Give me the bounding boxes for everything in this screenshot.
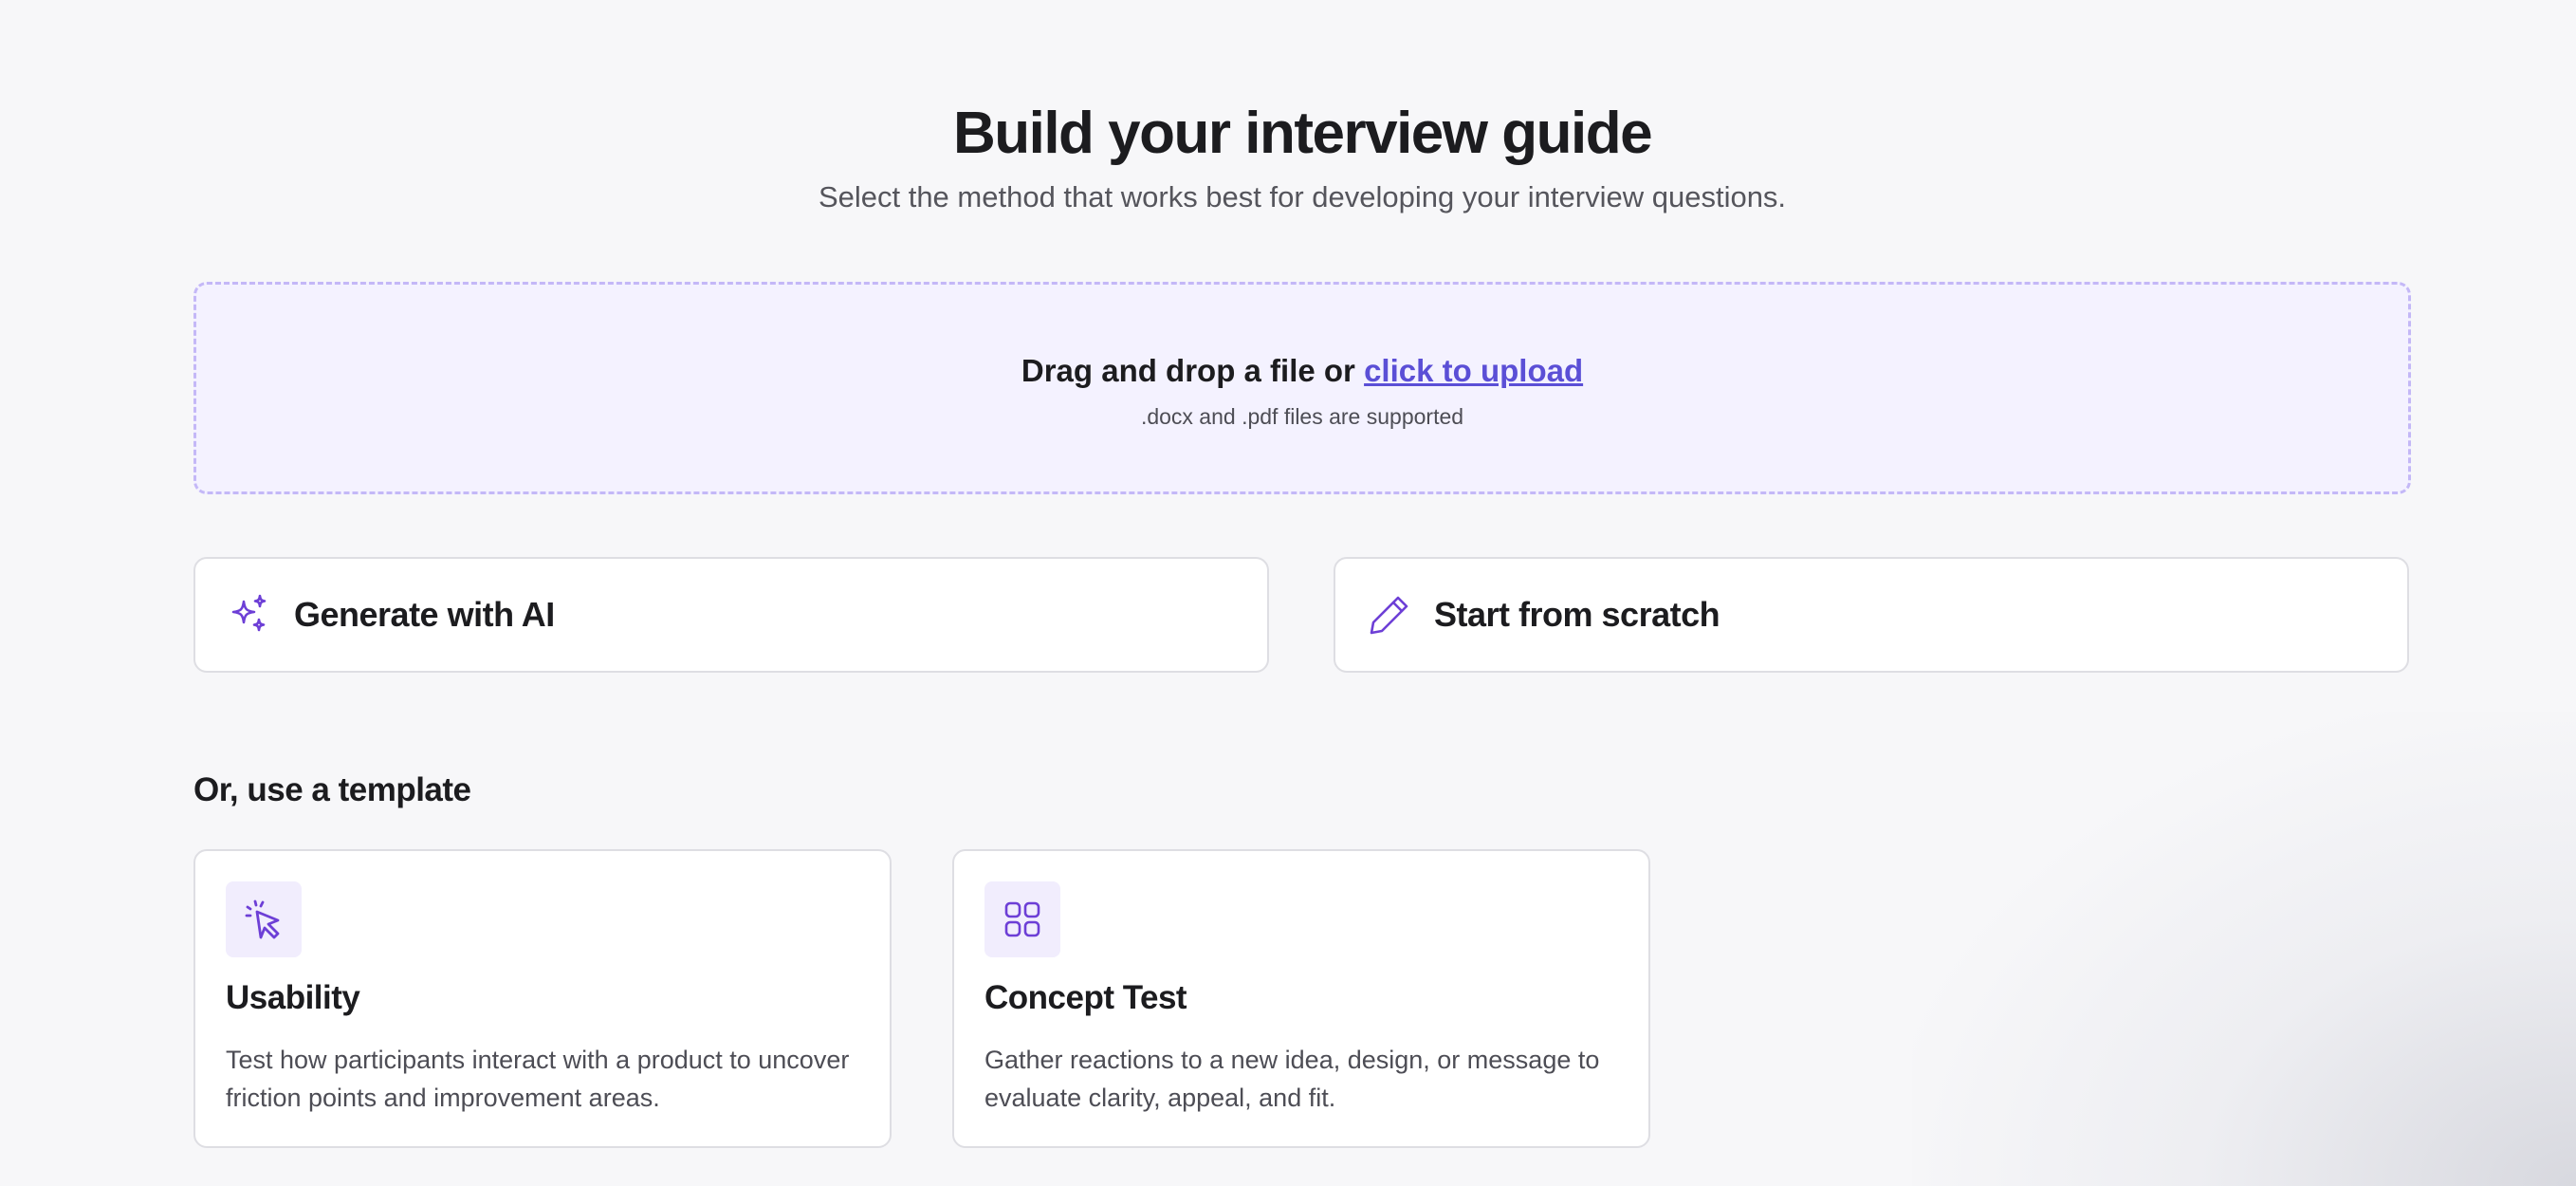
dropzone-prompt: Drag and drop a file or click to upload	[196, 353, 2408, 389]
template-card-usability[interactable]: Usability Test how participants interact…	[193, 849, 892, 1148]
start-from-scratch-button[interactable]: Start from scratch	[1334, 557, 2409, 673]
click-to-upload-link[interactable]: click to upload	[1364, 353, 1583, 388]
templates-heading: Or, use a template	[193, 771, 471, 808]
cursor-click-icon	[242, 898, 285, 941]
dropzone-prompt-text: Drag and drop a file or	[1021, 353, 1365, 388]
grid-four-icon	[1002, 899, 1043, 940]
file-dropzone[interactable]: Drag and drop a file or click to upload …	[193, 282, 2411, 494]
template-description: Test how participants interact with a pr…	[226, 1046, 850, 1112]
template-title: Concept Test	[984, 979, 1187, 1016]
template-title: Usability	[226, 979, 360, 1016]
generate-with-ai-label: Generate with AI	[294, 595, 555, 634]
template-description: Gather reactions to a new idea, design, …	[984, 1046, 1600, 1112]
template-card-concept-test[interactable]: Concept Test Gather reactions to a new i…	[952, 849, 1650, 1148]
page-title: Build your interview guide	[952, 101, 1653, 166]
start-from-scratch-label: Start from scratch	[1434, 595, 1720, 634]
interview-guide-builder: Build your interview guide Select the me…	[193, 0, 2411, 1186]
pencil-icon	[1368, 593, 1411, 637]
template-icon-tile	[226, 881, 302, 957]
generate-with-ai-button[interactable]: Generate with AI	[193, 557, 1269, 673]
sparkles-icon	[228, 593, 271, 637]
template-icon-tile	[984, 881, 1060, 957]
page-subtitle: Select the method that works best for de…	[818, 180, 1787, 213]
supported-formats-hint: .docx and .pdf files are supported	[1140, 404, 1464, 429]
